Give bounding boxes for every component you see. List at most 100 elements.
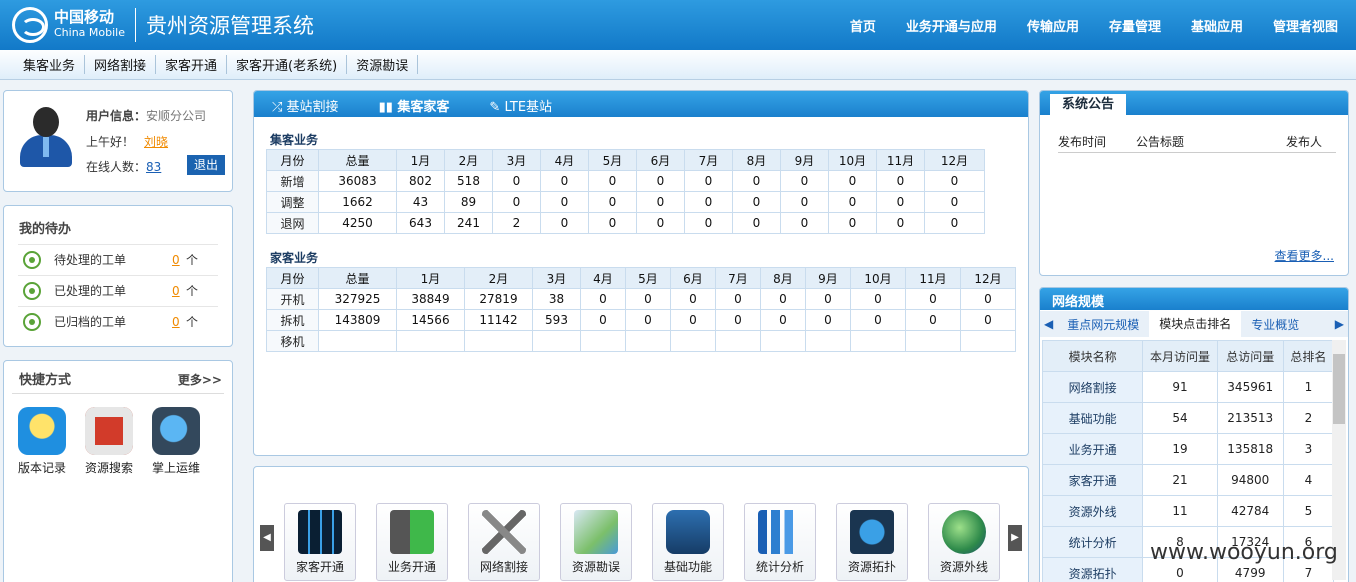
tab-base-station-cutover[interactable]: ⤮ 基站割接 <box>254 91 361 117</box>
todo-count[interactable]: 0 <box>172 284 182 298</box>
table-row: 移机 <box>266 330 1016 352</box>
table-cell: 0 <box>715 309 761 331</box>
subnav-cutover[interactable]: 网络割接 <box>85 55 157 74</box>
phone-arrow-icon <box>390 510 434 554</box>
table-cell: 0 <box>636 170 685 192</box>
table-cell: 0 <box>684 170 733 192</box>
table-cell: 0 <box>625 288 671 310</box>
table-row: 新增 36083 802 518 0 0 0 0 0 0 0 0 0 0 <box>266 170 985 192</box>
nav-business[interactable]: 业务开通与应用 <box>906 16 997 35</box>
notice-tab[interactable]: 系统公告 <box>1050 94 1127 115</box>
network-tab-next-icon[interactable]: ▶ <box>1331 317 1348 331</box>
table-cell: 0 <box>924 170 985 192</box>
subnav-correction[interactable]: 资源勘误 <box>347 55 419 74</box>
network-tab-overview[interactable]: 专业概览 <box>1241 316 1309 333</box>
stats-tabbar: ⤮ 基站割接 ▮▮ 集客家客 ✎ LTE基站 <box>254 91 1028 117</box>
network-tab-key-elements[interactable]: 重点网元规模 <box>1057 316 1149 333</box>
app-basic-function[interactable]: 基础功能 <box>652 503 724 581</box>
todo-processed[interactable]: 已处理的工单 0 个 <box>18 275 218 305</box>
app-topology[interactable]: 资源拓扑 <box>836 503 908 581</box>
logout-button[interactable]: 退出 <box>187 155 225 175</box>
app-resource-correction[interactable]: 资源勘误 <box>560 503 632 581</box>
column-header: 4月 <box>580 267 626 289</box>
user-info-title: 用户信息： <box>86 109 147 123</box>
notice-header: 发布时间 公告标题 发布人 <box>1058 133 1336 153</box>
column-header: 3月 <box>532 267 581 289</box>
todo-pending[interactable]: 待处理的工单 0 个 <box>18 244 218 274</box>
app-network-cutover[interactable]: 网络割接 <box>468 503 540 581</box>
lightbulb-icon <box>18 407 66 455</box>
nav-manager[interactable]: 管理者视图 <box>1273 16 1338 35</box>
table-cell: 1 <box>1282 371 1335 403</box>
shortcut-more-link[interactable]: 更多>> <box>178 371 222 388</box>
table-cell <box>318 330 397 352</box>
table-cell: 27819 <box>464 288 533 310</box>
table-cell: 518 <box>444 170 493 192</box>
logo-icon <box>12 7 48 43</box>
column-header: 9月 <box>805 267 851 289</box>
top-header: 中国移动 China Mobile 贵州资源管理系统 首页 业务开通与应用 传输应… <box>0 0 1356 50</box>
tab-jike-jiake[interactable]: ▮▮ 集客家客 <box>361 91 472 117</box>
table-cell: 0 <box>684 191 733 213</box>
todo-title: 我的待办 <box>19 222 72 237</box>
table-cell: 143809 <box>318 309 397 331</box>
todo-count[interactable]: 0 <box>172 315 182 329</box>
tab-lte[interactable]: ✎ LTE基站 <box>471 91 574 117</box>
table-cell <box>805 330 851 352</box>
table-cell: 91 <box>1142 371 1218 403</box>
nav-transmission[interactable]: 传输应用 <box>1027 16 1079 35</box>
table-cell: 213513 <box>1216 402 1284 434</box>
avatar <box>18 107 74 169</box>
app-business-open[interactable]: 业务开通 <box>376 503 448 581</box>
column-header: 2月 <box>444 149 493 171</box>
table-cell: 0 <box>580 288 626 310</box>
todo-count[interactable]: 0 <box>172 253 182 267</box>
china-mobile-logo: 中国移动 China Mobile 贵州资源管理系统 <box>12 7 314 43</box>
column-header: 总量 <box>318 267 397 289</box>
table-cell: 新增 <box>266 170 319 192</box>
table-cell: 345961 <box>1216 371 1284 403</box>
table-row: 开机 327925 38849 27819 38 0 0 0 0 0 0 0 0 0 <box>266 288 1016 310</box>
table-cell: 4 <box>1282 464 1335 496</box>
nav-inventory[interactable]: 存量管理 <box>1109 16 1161 35</box>
app-jiake-open[interactable]: 家客开通 <box>284 503 356 581</box>
shortcut-mobile-ops[interactable]: 掌上运维 <box>146 407 206 476</box>
subnav-jiake-old[interactable]: 家客开通(老系统) <box>227 55 348 74</box>
table-cell: 0 <box>670 309 716 331</box>
nav-basic[interactable]: 基础应用 <box>1191 16 1243 35</box>
table-cell <box>670 330 716 352</box>
subnav-jike[interactable]: 集客业务 <box>14 55 86 74</box>
col-publisher: 发布人 <box>1286 135 1323 149</box>
subnav-jiake[interactable]: 家客开通 <box>156 55 228 74</box>
app-statistics[interactable]: 统计分析 <box>744 503 816 581</box>
table-row: 基础功能 54 213513 2 <box>1041 402 1335 434</box>
network-tab-prev-icon[interactable]: ◀ <box>1040 317 1057 331</box>
shortcut-panel: 快捷方式 更多>> 版本记录 资源搜索 掌上运维 <box>3 360 233 582</box>
shortcut-version-log[interactable]: 版本记录 <box>12 407 72 476</box>
online-count-link[interactable]: 83 <box>146 160 161 174</box>
shortcut-resource-search[interactable]: 资源搜索 <box>79 407 139 476</box>
column-header: 5月 <box>588 149 637 171</box>
table-cell: 资源拓扑 <box>1041 557 1144 582</box>
apps-prev-button[interactable]: ◀ <box>260 525 274 551</box>
table-cell: 0 <box>540 212 589 234</box>
grid-icon <box>298 510 342 554</box>
table-cell: 38 <box>532 288 581 310</box>
app-outside-line[interactable]: 资源外线 <box>928 503 1000 581</box>
table-cell: 0 <box>960 309 1016 331</box>
notice-more-link[interactable]: 查看更多... <box>1275 247 1334 264</box>
table-cell: 0 <box>715 288 761 310</box>
table-header-row: 月份 总量 1月 2月 3月 4月 5月 6月 7月 8月 9月 10月 11月 12月 <box>266 149 985 171</box>
nav-home[interactable]: 首页 <box>850 16 876 35</box>
column-header: 3月 <box>492 149 541 171</box>
table-row: 业务开通 19 135818 3 <box>1041 433 1335 465</box>
column-header: 8月 <box>732 149 781 171</box>
apps-next-button[interactable]: ▶ <box>1008 525 1022 551</box>
table-cell: 0 <box>492 191 541 213</box>
user-name-link[interactable]: 刘晓 <box>144 135 168 149</box>
table-cell: 统计分析 <box>1041 526 1144 558</box>
network-tab-click-rank[interactable]: 模块点击排名 <box>1149 311 1242 337</box>
table-cell: 0 <box>828 212 877 234</box>
todo-archived[interactable]: 已归档的工单 0 个 <box>18 306 218 336</box>
map-icon <box>574 510 618 554</box>
